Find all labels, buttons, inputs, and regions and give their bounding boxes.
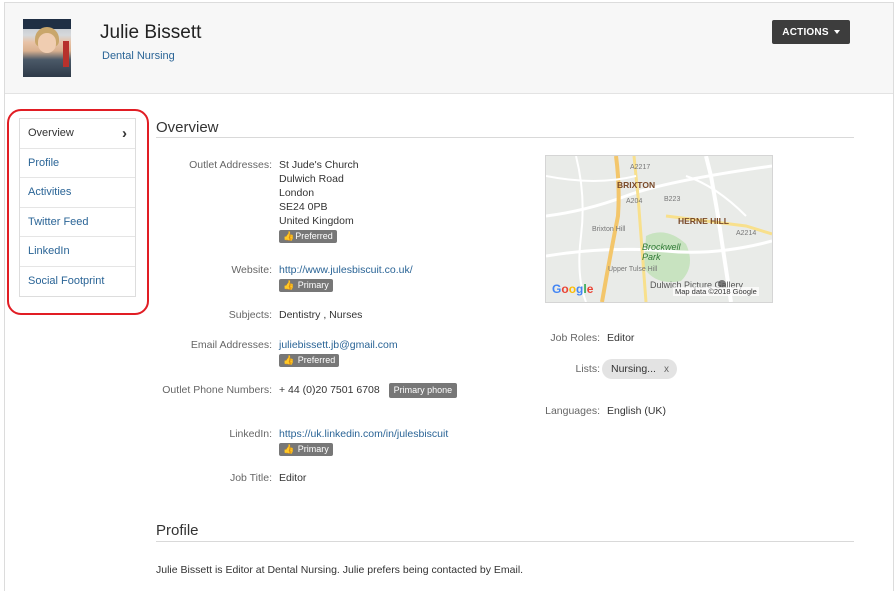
thumbs-up-icon: 👍 [283, 231, 295, 241]
map-attribution[interactable]: Map data ©2018 Google [673, 287, 759, 296]
map-label: Upper Tulse Hill [608, 266, 658, 273]
caret-down-icon [833, 30, 840, 34]
map-label: Brockwell Park [642, 242, 681, 262]
actions-button[interactable]: ACTIONS [772, 20, 850, 44]
map-label: A2214 [736, 230, 757, 237]
thumbs-up-icon: 👍 [283, 355, 295, 365]
outlet-addresses-label: Outlet Addresses: [189, 159, 272, 171]
sidebar-item-label: Overview [28, 127, 74, 140]
map-label: Brixton Hill [592, 226, 626, 233]
job-title-value: Editor [279, 472, 307, 484]
map-label: BRIXTON [617, 180, 656, 190]
languages-value: English (UK) [607, 405, 666, 417]
sidebar-item-label: Social Footprint [28, 275, 105, 288]
actions-label: ACTIONS [782, 26, 829, 38]
profile-heading: Profile [156, 522, 199, 539]
location-map[interactable]: BRIXTON HERNE HILL Brockwell Park A2217 … [545, 155, 773, 303]
primary-badge: 👍 Primary [279, 443, 333, 456]
chevron-right-icon: › [122, 124, 127, 142]
address-line: SE24 0PB [279, 201, 328, 213]
map-label: A204 [626, 198, 643, 205]
website-link[interactable]: http://www.julesbiscuit.co.uk/ [279, 263, 413, 277]
lists-label: Lists: [575, 363, 600, 375]
phone-value: + 44 (0)20 7501 6708 [279, 384, 380, 396]
sidebar-item-social-footprint[interactable]: Social Footprint [20, 267, 135, 297]
outlet-link[interactable]: Dental Nursing [102, 50, 175, 62]
map-label: B223 [664, 196, 681, 203]
outlet-address: St Jude's Church Dulwich Road London SE2… [279, 158, 359, 243]
primary-badge: 👍 Primary [279, 279, 333, 292]
sidebar-item-profile[interactable]: Profile [20, 149, 135, 178]
address-line: London [279, 187, 315, 199]
preferred-badge: 👍Preferred [279, 230, 337, 243]
overview-heading: Overview [156, 119, 219, 136]
sidebar-item-twitter-feed[interactable]: Twitter Feed [20, 208, 135, 237]
sidebar-item-label: LinkedIn [28, 245, 70, 258]
linkedin-link[interactable]: https://uk.linkedin.com/in/julesbiscuit [279, 427, 448, 441]
address-line: United Kingdom [279, 215, 354, 227]
thumbs-up-icon: 👍 [283, 280, 295, 290]
google-logo: Google [552, 282, 594, 296]
contact-name: Julie Bissett [100, 22, 202, 43]
primary-phone-badge: Primary phone [388, 383, 458, 398]
sidebar-item-linkedin[interactable]: LinkedIn [20, 237, 135, 267]
website-label: Website: [231, 264, 272, 276]
sidebar-nav: Overview › Profile Activities Twitter Fe… [19, 118, 136, 297]
thumbs-up-icon: 👍 [283, 444, 295, 454]
sidebar-item-overview[interactable]: Overview › [20, 119, 135, 149]
subjects-value: Dentistry , Nurses [279, 309, 363, 321]
address-line: Dulwich Road [279, 173, 344, 185]
email-link[interactable]: juliebissett.jb@gmail.com [279, 338, 398, 352]
languages-label: Languages: [545, 405, 600, 417]
subjects-label: Subjects: [228, 309, 272, 321]
email-label: Email Addresses: [190, 339, 272, 351]
job-roles-value: Editor [607, 332, 635, 344]
list-chip-label: Nursing... [611, 363, 656, 375]
preferred-badge: 👍 Preferred [279, 354, 340, 367]
profile-summary: Julie Bissett is Editor at Dental Nursin… [156, 564, 524, 576]
sidebar-item-label: Activities [28, 186, 72, 199]
list-chip[interactable]: Nursing... x [602, 359, 677, 379]
profile-header: Julie Bissett Dental Nursing ACTIONS [5, 3, 893, 94]
linkedin-label: LinkedIn: [229, 428, 272, 440]
job-title-label: Job Title: [229, 472, 272, 484]
map-label: HERNE HILL [678, 216, 729, 226]
section-divider [156, 541, 854, 542]
sidebar-item-activities[interactable]: Activities [20, 178, 135, 208]
job-roles-label: Job Roles: [550, 332, 600, 344]
section-divider [156, 137, 854, 138]
phone-label: Outlet Phone Numbers: [162, 384, 272, 396]
address-line: St Jude's Church [279, 159, 359, 171]
avatar [23, 19, 71, 77]
sidebar-item-label: Profile [28, 156, 60, 169]
remove-icon[interactable]: x [664, 364, 669, 375]
map-label: A2217 [630, 164, 651, 171]
sidebar-item-label: Twitter Feed [28, 215, 89, 228]
